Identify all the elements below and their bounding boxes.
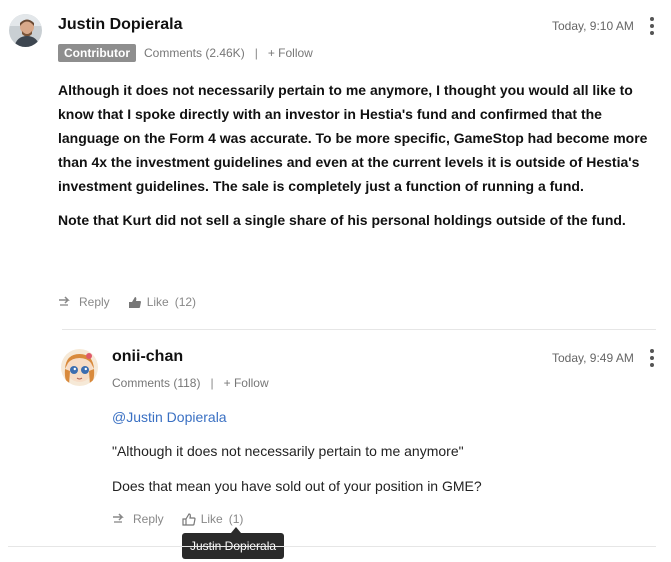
comment-author[interactable]: Justin Dopierala [58, 16, 182, 34]
divider [8, 546, 656, 547]
avatar[interactable] [9, 14, 42, 47]
reply-author[interactable]: onii-chan [112, 348, 183, 366]
reply-question: Does that mean you have sold out of your… [112, 478, 482, 494]
more-options-icon[interactable] [650, 17, 654, 35]
like-button[interactable]: Like (12) [128, 295, 196, 309]
comment-paragraph: Although it does not necessarily pertain… [58, 82, 648, 194]
meta-separator: | [210, 376, 214, 390]
reply-label: Reply [133, 512, 164, 526]
reply-timestamp: Today, 9:49 AM [552, 351, 634, 365]
contributor-badge: Contributor [58, 44, 136, 62]
author-meta: Comments (118) | + Follow [112, 376, 269, 390]
anime-avatar-icon [61, 349, 98, 386]
like-count: (1) [228, 512, 244, 526]
thumbs-up-outline-icon [182, 512, 196, 526]
reply-quote: "Although it does not necessarily pertai… [112, 443, 464, 459]
comments-count-link[interactable]: Comments (118) [112, 376, 200, 390]
like-button[interactable]: Like (1) [182, 512, 244, 526]
more-options-icon[interactable] [650, 349, 654, 367]
author-meta: Contributor Comments (2.46K) | + Follow [58, 44, 313, 62]
reply-arrow-icon [113, 513, 124, 523]
comments-count-link[interactable]: Comments (2.46K) [144, 46, 245, 60]
comment-paragraph: Note that Kurt did not sell a single sha… [58, 212, 626, 228]
follow-button[interactable]: + Follow [268, 46, 313, 60]
comment-body: Although it does not necessarily pertain… [58, 78, 658, 242]
divider [62, 329, 656, 330]
meta-separator: | [254, 46, 258, 60]
reply-actions: Reply Like (1) [112, 512, 243, 526]
mention-link[interactable]: @Justin Dopierala [112, 409, 227, 425]
user-photo-icon [9, 14, 42, 47]
follow-button[interactable]: + Follow [224, 376, 269, 390]
reply-button[interactable]: Reply [58, 295, 110, 309]
reply-button[interactable]: Reply [112, 512, 164, 526]
like-count: (12) [174, 295, 197, 309]
comment-actions: Reply Like (12) [58, 295, 196, 309]
reply-arrow-icon [59, 296, 70, 306]
comment-timestamp: Today, 9:10 AM [552, 19, 634, 33]
like-label: Like [200, 512, 223, 526]
thumbs-up-icon [128, 296, 141, 308]
avatar[interactable] [61, 349, 98, 386]
like-label: Like [146, 295, 169, 309]
reply-label: Reply [79, 295, 110, 309]
